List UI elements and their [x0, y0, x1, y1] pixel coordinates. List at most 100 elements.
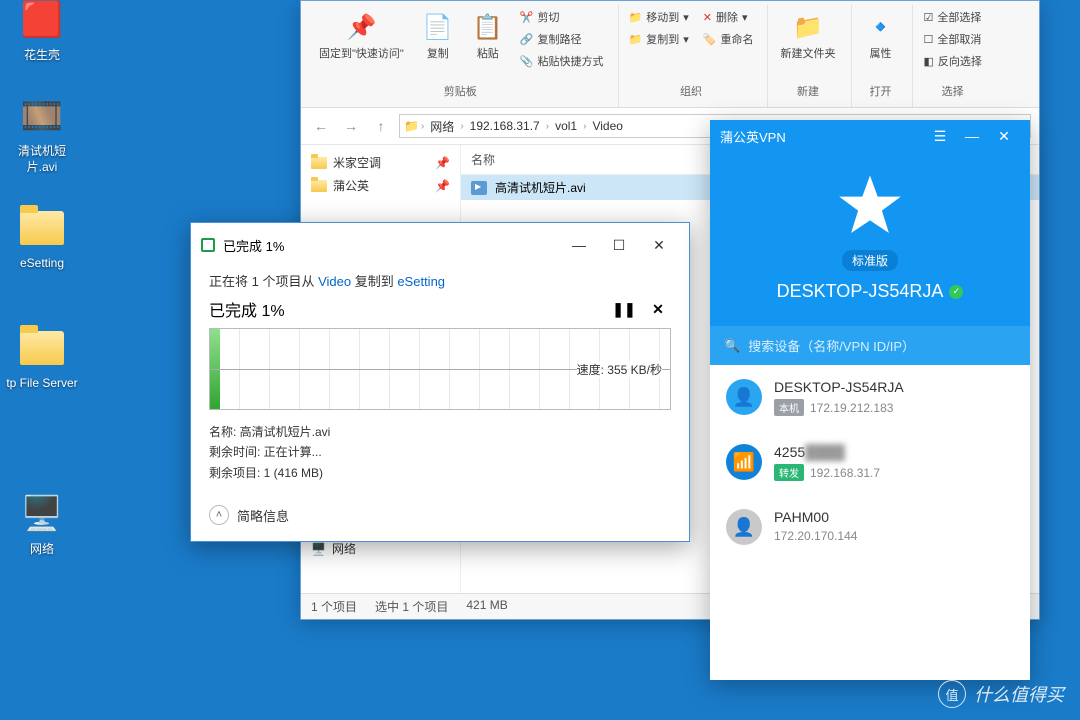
device-item[interactable]: 👤 DESKTOP-JS54RJA 本机172.19.212.183	[710, 365, 1030, 430]
cut-button[interactable]: ✂️剪切	[516, 7, 608, 27]
icon-label: eSetting	[4, 256, 80, 272]
desktop-icon[interactable]: 🟥 花生壳	[4, 0, 80, 64]
search-icon: 🔍	[724, 338, 740, 354]
details-toggle[interactable]: ˄ 简略信息	[209, 505, 671, 525]
pause-button[interactable]: ❚❚	[611, 296, 637, 322]
copypath-button[interactable]: 🔗复制路径	[516, 29, 608, 49]
pin-quickaccess-button[interactable]: 📌 固定到"快速访问"	[313, 7, 410, 65]
invert-icon: ◧	[923, 55, 933, 68]
path-icon: 🔗	[520, 33, 534, 46]
video-file-icon: 🎞️	[18, 92, 66, 140]
group-label: 剪贴板	[313, 79, 608, 105]
properties-button[interactable]: 🔹 属性	[858, 7, 902, 65]
selectall-icon: ☑	[923, 11, 933, 24]
group-label: 新建	[774, 79, 841, 105]
minimize-button[interactable]: —	[559, 231, 599, 259]
speed-label: 速度: 355 KB/秒	[577, 361, 662, 378]
cancel-button[interactable]: ✕	[645, 296, 671, 322]
desktop-icon[interactable]: eSetting	[4, 204, 80, 272]
watermark-icon: 值	[938, 680, 966, 708]
device-item[interactable]: 📶 4255████ 转发192.168.31.7	[710, 430, 1030, 495]
icon-label: 清试机短片.avi	[4, 144, 80, 175]
copy-meta: 名称: 高清试机短片.avi 剩余时间: 正在计算... 剩余项目: 1 (41…	[209, 422, 671, 483]
group-label: 选择	[919, 79, 985, 105]
newfolder-icon: 📁	[792, 11, 824, 43]
search-bar[interactable]: 🔍 搜索设备（名称/VPN ID/IP）	[710, 326, 1030, 365]
label: 粘贴	[477, 45, 499, 61]
crumb[interactable]: 网络	[426, 118, 458, 135]
pin-icon: 📌	[435, 156, 450, 170]
desktop-icon[interactable]: 🖥️ 网络	[4, 490, 80, 558]
chevron-down-icon: ▾	[683, 11, 689, 24]
menu-button[interactable]: ☰	[924, 120, 956, 152]
nav-back-button[interactable]: ←	[309, 114, 333, 138]
close-button[interactable]: ✕	[988, 120, 1020, 152]
vpn-title: 蒲公英VPN	[720, 127, 786, 146]
rename-button[interactable]: 🏷️重命名	[699, 29, 758, 49]
icon-label: tp File Server	[4, 376, 80, 392]
label: 新建文件夹	[780, 45, 835, 61]
select-all-button[interactable]: ☑全部选择	[919, 7, 985, 27]
source-link[interactable]: Video	[318, 274, 351, 289]
move-icon: 📁	[629, 11, 643, 24]
moveto-button[interactable]: 📁移动到▾	[625, 7, 693, 27]
rename-icon: 🏷️	[703, 33, 717, 46]
copy-description: 正在将 1 个项目从 Video 复制到 eSetting	[209, 271, 671, 290]
folder-icon	[311, 180, 327, 192]
watermark: 值 什么值得买	[938, 680, 1064, 708]
crumb[interactable]: vol1	[551, 119, 581, 133]
sidebar-item[interactable]: 蒲公英📌	[305, 174, 456, 197]
device-list: 👤 DESKTOP-JS54RJA 本机172.19.212.183 📶 425…	[710, 365, 1030, 680]
folder-icon	[18, 324, 66, 372]
icon-label: 网络	[4, 542, 80, 558]
crumb[interactable]: 192.168.31.7	[466, 119, 544, 133]
dest-link[interactable]: eSetting	[397, 274, 445, 289]
search-placeholder: 搜索设备（名称/VPN ID/IP）	[748, 336, 915, 355]
vpn-window: 蒲公英VPN ☰ — ✕ 标准版 DESKTOP-JS54RJA ✓ 🔍 搜索设…	[710, 120, 1030, 680]
app-icon: 🟥	[18, 0, 66, 44]
new-folder-button[interactable]: 📁 新建文件夹	[774, 7, 841, 65]
vpn-titlebar[interactable]: 蒲公英VPN ☰ — ✕	[710, 120, 1030, 152]
copy-dialog: 已完成 1% — ☐ ✕ 正在将 1 个项目从 Video 复制到 eSetti…	[190, 222, 690, 542]
network-icon: 🖥️	[18, 490, 66, 538]
hostname: DESKTOP-JS54RJA ✓	[710, 281, 1030, 302]
paste-button[interactable]: 📋 粘贴	[466, 7, 510, 65]
delete-button[interactable]: ✕删除▾	[699, 7, 758, 27]
copy-icon: 📄	[422, 11, 454, 43]
network-icon: 🖥️	[311, 542, 326, 556]
properties-icon: 🔹	[864, 11, 896, 43]
progress-icon	[201, 238, 215, 252]
blurred-text: ████	[805, 444, 845, 460]
minimize-button[interactable]: —	[956, 120, 988, 152]
label: 复制	[427, 45, 449, 61]
device-item[interactable]: 👤 PAHM00 172.20.170.144	[710, 495, 1030, 559]
dialog-titlebar[interactable]: 已完成 1% — ☐ ✕	[191, 223, 689, 267]
ribbon: 📌 固定到"快速访问" 📄 复制 📋 粘贴 ✂️剪切 🔗复制路径 📎粘贴快捷方式	[301, 1, 1039, 108]
copyto-button[interactable]: 📁复制到▾	[625, 29, 693, 49]
desktop-icon[interactable]: tp File Server	[4, 324, 80, 392]
nav-forward-button[interactable]: →	[339, 114, 363, 138]
paste-shortcut-button[interactable]: 📎粘贴快捷方式	[516, 51, 608, 71]
chevron-down-icon: ▾	[742, 11, 748, 24]
select-none-button[interactable]: ☐全部取消	[919, 29, 985, 49]
user-avatar-icon: 👤	[726, 509, 762, 545]
tag-local: 本机	[774, 399, 804, 416]
status-selected: 选中 1 个项目	[375, 598, 448, 615]
nav-up-button[interactable]: ↑	[369, 114, 393, 138]
progress-title: 已完成 1%	[209, 297, 285, 321]
invert-selection-button[interactable]: ◧反向选择	[919, 51, 985, 71]
folder-icon	[311, 157, 327, 169]
column-header-name[interactable]: 名称	[471, 151, 495, 168]
copy-button[interactable]: 📄 复制	[416, 7, 460, 65]
label: 属性	[869, 45, 891, 61]
desktop-icon[interactable]: 🎞️ 清试机短片.avi	[4, 92, 80, 175]
crumb[interactable]: Video	[588, 119, 626, 133]
selectnone-icon: ☐	[923, 33, 933, 46]
edition-badge: 标准版	[842, 250, 898, 271]
sidebar-item[interactable]: 米家空调📌	[305, 151, 456, 174]
close-button[interactable]: ✕	[639, 231, 679, 259]
maximize-button[interactable]: ☐	[599, 231, 639, 259]
cut-icon: ✂️	[520, 11, 534, 24]
chevron-up-icon: ˄	[209, 505, 229, 525]
star-icon	[835, 170, 905, 240]
